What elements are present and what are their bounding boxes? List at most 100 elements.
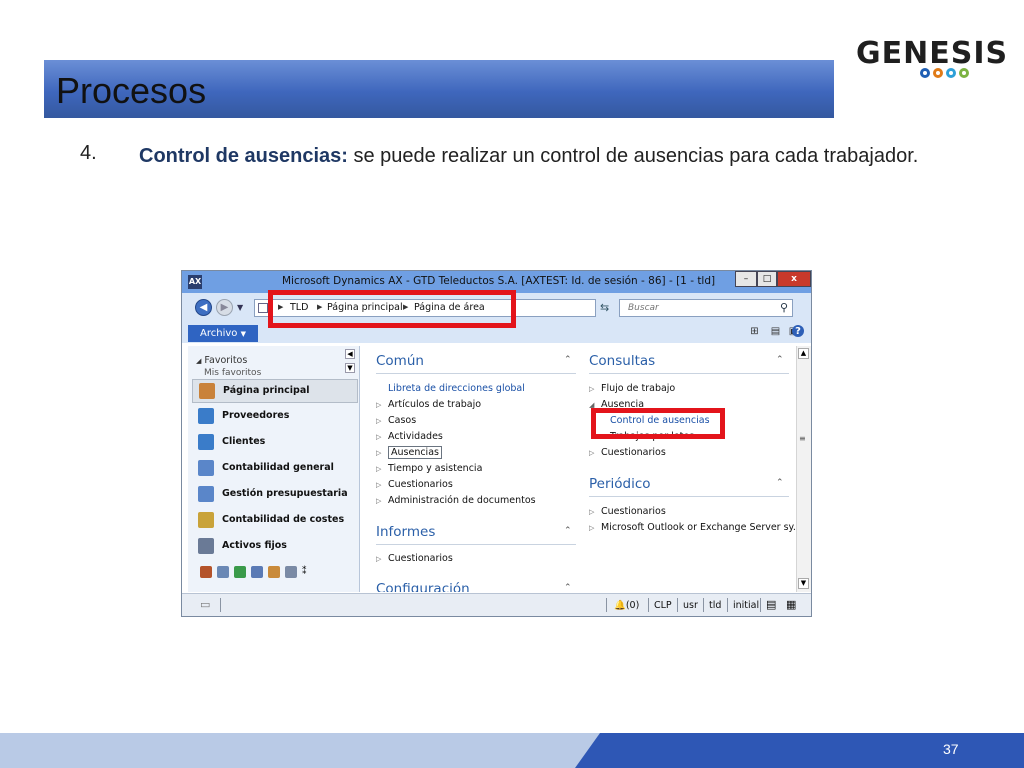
layout-icon[interactable]: ▤ — [769, 325, 782, 338]
status-separator — [760, 598, 761, 612]
module-mini-icon[interactable] — [251, 566, 263, 578]
link-actividades[interactable]: ▷ Actividades — [376, 431, 443, 442]
link-flujo-trabajo[interactable]: ▷ Flujo de trabajo — [589, 383, 675, 394]
chevron-down-icon: ▼ — [240, 330, 246, 338]
search-icon[interactable]: ⚲ — [780, 301, 788, 314]
scroll-up-icon[interactable]: ▲ — [798, 348, 809, 359]
dynamics-app-icon[interactable]: AX — [188, 275, 202, 289]
user-status[interactable]: usr — [683, 600, 698, 611]
collapse-caret-icon[interactable]: ⌃ — [564, 526, 572, 536]
expand-triangle-icon: ▷ — [376, 465, 382, 473]
search-box: ⚲ — [619, 299, 793, 317]
module-proveedores[interactable]: Proveedores — [192, 405, 358, 429]
logo-ring-3 — [946, 68, 956, 78]
vertical-scrollbar[interactable]: ▲ ≡ ▼ — [796, 346, 811, 592]
module-label: Contabilidad general — [222, 462, 334, 473]
section-comun-title: Común — [376, 353, 424, 369]
maximize-button[interactable]: □ — [757, 271, 777, 287]
close-button[interactable]: x — [777, 271, 811, 287]
slide-title-bar: Procesos — [44, 60, 834, 118]
link-tiempo-asistencia[interactable]: ▷ Tiempo y asistencia — [376, 463, 482, 474]
expand-triangle-icon: ▷ — [589, 449, 595, 457]
history-dropdown-icon[interactable]: ▼ — [237, 303, 243, 312]
layer-status[interactable]: initial — [733, 600, 759, 611]
status-separator — [703, 598, 704, 612]
expand-triangle-icon: ▷ — [589, 508, 595, 516]
section-consultas-title: Consultas — [589, 353, 656, 369]
module-label: Página principal — [223, 385, 310, 396]
module-mini-icon[interactable] — [200, 566, 212, 578]
navigation-pane-icon[interactable]: ⊞ — [748, 325, 761, 338]
link-consultas-cuestionarios[interactable]: ▷ Cuestionarios — [589, 447, 666, 458]
forward-arrow-icon[interactable]: ▶ — [216, 299, 233, 316]
scroll-down-icon[interactable]: ▼ — [345, 363, 355, 373]
alerts-status[interactable]: 🔔(0) — [614, 600, 639, 611]
module-pagina-principal[interactable]: Página principal — [192, 379, 358, 403]
refresh-icon[interactable]: ⇆ — [600, 301, 609, 314]
company-status[interactable]: tld — [709, 600, 721, 611]
my-favorites-item[interactable]: Mis favoritos — [204, 368, 261, 376]
expand-triangle-icon: ▷ — [589, 524, 595, 532]
expand-triangle-icon: ▷ — [376, 401, 382, 409]
status-separator — [648, 598, 649, 612]
module-gestion-presupuestaria[interactable]: Gestión presupuestaria — [192, 483, 358, 507]
expand-triangle-icon: ▷ — [589, 385, 595, 393]
link-label: Cuestionarios — [601, 506, 666, 517]
link-informes-cuestionarios[interactable]: ▷ Cuestionarios — [376, 553, 453, 564]
link-libreta-direcciones[interactable]: Libreta de direcciones global — [376, 383, 525, 394]
status-separator — [220, 598, 221, 612]
logo-rings — [920, 68, 969, 78]
module-contabilidad-de-costes[interactable]: Contabilidad de costes — [192, 509, 358, 533]
expand-triangle-icon: ▷ — [376, 417, 382, 425]
link-ausencias[interactable]: ▷ Ausencias — [376, 446, 442, 459]
link-articulos-trabajo[interactable]: ▷ Artículos de trabajo — [376, 399, 481, 410]
list-item-text: Control de ausencias: se puede realizar … — [139, 142, 929, 171]
logo-text: GENESIS — [856, 36, 1009, 71]
link-periodico-cuestionarios[interactable]: ▷ Cuestionarios — [589, 506, 666, 517]
status-bar: ▭ 🔔(0) CLP usr tld initial ▤ ▦ — [182, 593, 811, 616]
document-icon[interactable]: ▭ — [200, 598, 210, 611]
search-input[interactable] — [622, 301, 784, 315]
minimize-button[interactable]: – — [735, 271, 757, 287]
link-label: Cuestionarios — [388, 553, 453, 564]
collapse-caret-icon[interactable]: ⌃ — [564, 355, 572, 365]
section-divider — [376, 373, 576, 374]
list-item-description: se puede realizar un control de ausencia… — [347, 145, 919, 167]
fixed-assets-icon — [198, 538, 214, 554]
calculator-icon[interactable]: ▤ — [766, 598, 776, 611]
module-label: Activos fijos — [222, 540, 287, 551]
module-label: Gestión presupuestaria — [222, 488, 348, 499]
link-label: Libreta de direcciones global — [388, 383, 525, 394]
link-cuestionarios[interactable]: ▷ Cuestionarios — [376, 479, 453, 490]
archivo-label: Archivo — [200, 328, 238, 339]
module-contabilidad-general[interactable]: Contabilidad general — [192, 457, 358, 481]
link-administracion-documentos[interactable]: ▷ Administración de documentos — [376, 495, 536, 506]
link-label: Administración de documentos — [388, 495, 536, 506]
address-icon — [258, 303, 268, 313]
module-mini-icon[interactable] — [234, 566, 246, 578]
list-item-number: 4. — [80, 142, 97, 164]
scroll-grip-icon[interactable]: ≡ — [799, 434, 806, 443]
expand-triangle-icon: ◢ — [196, 357, 202, 365]
currency-status[interactable]: CLP — [654, 600, 672, 611]
module-activos-fijos[interactable]: Activos fijos — [192, 535, 358, 559]
module-clientes[interactable]: Clientes — [192, 431, 358, 455]
link-casos[interactable]: ▷ Casos — [376, 415, 416, 426]
module-mini-icon[interactable] — [268, 566, 280, 578]
database-icon[interactable]: ▦ — [786, 598, 796, 611]
expand-triangle-icon: ▷ — [376, 449, 382, 457]
help-icon[interactable]: ? — [792, 325, 804, 337]
module-mini-icon[interactable] — [217, 566, 229, 578]
archivo-menu-button[interactable]: Archivo ▼ — [188, 325, 258, 342]
collapse-caret-icon[interactable]: ⌃ — [564, 583, 572, 592]
section-configuracion-title: Configuración — [376, 581, 470, 592]
module-mini-icon[interactable] — [285, 566, 297, 578]
collapse-caret-icon[interactable]: ⌃ — [776, 355, 784, 365]
favorites-header[interactable]: ◢ Favoritos — [196, 355, 247, 366]
back-arrow-icon[interactable]: ◀ — [195, 299, 212, 316]
more-modules-icon[interactable]: ⁑ — [302, 566, 307, 578]
scroll-down-icon[interactable]: ▼ — [798, 578, 809, 589]
collapse-pane-icon[interactable]: ◀ — [345, 349, 355, 359]
link-outlook-exchange-sync[interactable]: ▷ Microsoft Outlook or Exchange Server sy… — [589, 522, 795, 533]
collapse-caret-icon[interactable]: ⌃ — [776, 478, 784, 488]
